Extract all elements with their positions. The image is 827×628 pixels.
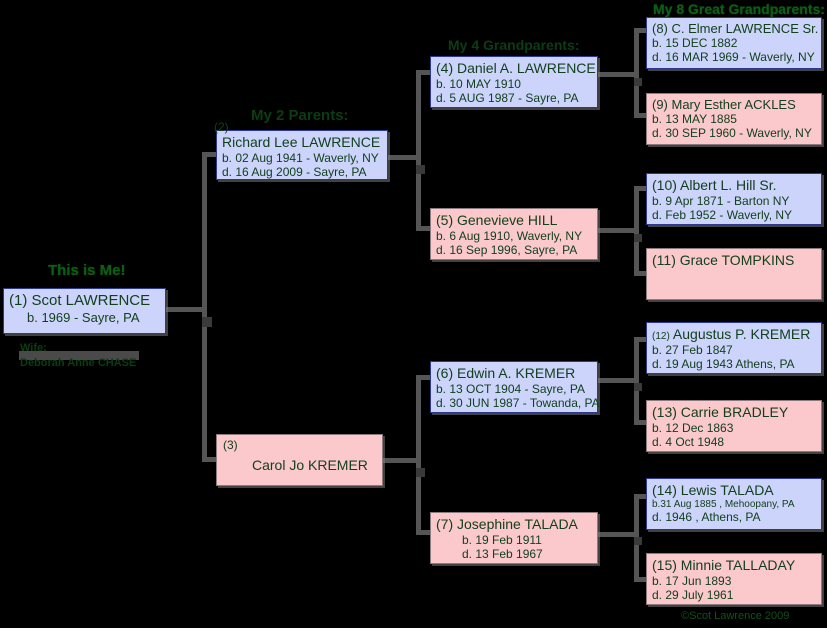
person-3-name: Carol Jo KREMER bbox=[252, 457, 368, 473]
heading-me: This is Me! bbox=[48, 262, 126, 279]
connector-mother-stem bbox=[382, 458, 420, 463]
person-14-birth: b.31 Aug 1885 , Mehoopany, PA bbox=[652, 498, 795, 510]
person-12-number: (12) bbox=[652, 331, 670, 342]
copyright-notice: ©Scot Lawrence 2009 bbox=[681, 610, 790, 622]
connector-to-ggp9 bbox=[634, 113, 646, 118]
person-12-name: Augustus P. KREMER bbox=[669, 326, 811, 342]
connector-to-ggp13 bbox=[634, 420, 646, 425]
heading-grandparents: My 4 Grandparents: bbox=[448, 37, 580, 53]
person-box-3-carol-jo-kremer[interactable]: (3) Carol Jo KREMER bbox=[216, 434, 383, 486]
connector-to-ggp10 bbox=[634, 186, 646, 191]
person-4-name: (4) Daniel A. LAWRENCE bbox=[436, 60, 596, 76]
person-8-death: d. 16 MAR 1969 - Waverly, NY bbox=[652, 50, 815, 65]
person-7-death: d. 13 Feb 1967 bbox=[462, 546, 543, 561]
person-13-birth: b. 12 Dec 1863 bbox=[652, 420, 734, 435]
connector-to-gp5 bbox=[416, 226, 430, 231]
person-3-number-tag: (3) bbox=[223, 438, 238, 452]
person-5-death: d. 16 Sep 1996, Sayre, PA bbox=[436, 242, 578, 257]
connector-junction-ggp1 bbox=[634, 78, 642, 86]
person-10-name: (10) Albert L. Hill Sr. bbox=[652, 177, 777, 193]
connector-ggp-bracket-1 bbox=[634, 28, 639, 118]
connector-to-ggp12 bbox=[634, 337, 646, 342]
connector-gp5-stem bbox=[598, 228, 638, 233]
person-6-death: d. 30 JUN 1987 - Towanda, PA bbox=[436, 395, 600, 410]
person-15-name: (15) Minnie TALLADAY bbox=[652, 557, 796, 573]
spouse-label: Wife: bbox=[20, 342, 47, 354]
person-box-6-edwin-a-kremer[interactable]: (6) Edwin A. KREMER b. 13 OCT 1904 - Say… bbox=[430, 361, 600, 413]
connector-me-to-parents-stem bbox=[166, 307, 206, 312]
person-8-name: (8) C. Elmer LAWRENCE Sr. bbox=[652, 21, 819, 36]
person-6-birth: b. 13 OCT 1904 - Sayre, PA bbox=[436, 381, 585, 396]
person-2-death: d. 16 Aug 2009 - Sayre, PA bbox=[222, 164, 367, 179]
person-box-14-lewis-talada[interactable]: (14) Lewis TALADA b.31 Aug 1885 , Mehoop… bbox=[646, 478, 822, 530]
person-6-name: (6) Edwin A. KREMER bbox=[436, 365, 576, 381]
person-7-name: (7) Josephine TALADA bbox=[436, 516, 578, 532]
connector-gp6-stem bbox=[598, 378, 638, 383]
person-box-1-scot-lawrence[interactable]: (1) Scot LAWRENCE b. 1969 - Sayre, PA bbox=[3, 288, 166, 334]
heading-great-grandparents: My 8 Great Grandparents: bbox=[653, 1, 825, 17]
connector-ggp-bracket-2 bbox=[634, 186, 639, 276]
person-box-9-mary-esther-ackles[interactable]: (9) Mary Esther ACKLES b. 13 MAY 1885 d.… bbox=[646, 93, 822, 145]
person-box-10-albert-l-hill-sr[interactable]: (10) Albert L. Hill Sr. b. 9 Apr 1871 - … bbox=[646, 173, 822, 225]
person-box-2-richard-lee-lawrence[interactable]: Richard Lee LAWRENCE b. 02 Aug 1941 - Wa… bbox=[216, 130, 388, 180]
person-4-birth: b. 10 MAY 1910 bbox=[436, 76, 521, 91]
heading-parents: My 2 Parents: bbox=[251, 107, 349, 124]
connector-junction-gp1 bbox=[416, 165, 425, 174]
person-2-name: Richard Lee LAWRENCE bbox=[222, 134, 381, 150]
person-box-4-daniel-a-lawrence[interactable]: (4) Daniel A. LAWRENCE b. 10 MAY 1910 d.… bbox=[430, 56, 598, 108]
connector-junction-ggp2 bbox=[634, 234, 642, 242]
connector-junction-ggp4 bbox=[634, 537, 642, 545]
person-14-death: d. 1946 , Athens, PA bbox=[652, 510, 761, 525]
person-12-death: d. 19 Aug 1943 Athens, PA bbox=[652, 356, 795, 371]
pedigree-chart: This is Me! My 2 Parents: My 4 Grandpare… bbox=[0, 0, 827, 628]
connector-to-ggp11 bbox=[634, 271, 646, 276]
connector-parents-bracket bbox=[202, 152, 207, 462]
person-7-birth: b. 19 Feb 1911 bbox=[462, 532, 542, 547]
connector-to-ggp14 bbox=[634, 494, 646, 499]
person-4-death: d. 5 AUG 1987 - Sayre, PA bbox=[436, 90, 579, 105]
person-box-7-josephine-talada[interactable]: (7) Josephine TALADA b. 19 Feb 1911 d. 1… bbox=[430, 512, 598, 564]
person-box-13-carrie-bradley[interactable]: (13) Carrie BRADLEY b. 12 Dec 1863 d. 4 … bbox=[646, 400, 822, 452]
person-box-12-augustus-p-kremer[interactable]: (12) Augustus P. KREMER b. 27 Feb 1847 d… bbox=[646, 322, 822, 374]
person-13-name: (13) Carrie BRADLEY bbox=[652, 404, 789, 420]
person-14-name: (14) Lewis TALADA bbox=[652, 482, 774, 498]
person-box-11-grace-tompkins[interactable]: (11) Grace TOMPKINS bbox=[646, 248, 822, 300]
connector-to-gp4 bbox=[416, 70, 430, 75]
connector-ggp-bracket-3 bbox=[634, 337, 639, 425]
person-1-birth: b. 1969 - Sayre, PA bbox=[27, 309, 140, 325]
person-12-name-wrap: (12) Augustus P. KREMER bbox=[652, 326, 816, 343]
person-9-birth: b. 13 MAY 1885 bbox=[652, 112, 737, 127]
person-5-birth: b. 6 Aug 1910, Waverly, NY bbox=[436, 228, 583, 243]
connector-gp4-stem bbox=[598, 72, 638, 77]
person-box-15-minnie-talladay[interactable]: (15) Minnie TALLADAY b. 17 Jun 1893 d. 2… bbox=[646, 553, 822, 605]
connector-to-ggp8 bbox=[634, 28, 646, 33]
person-9-death: d. 30 SEP 1960 - Waverly, NY bbox=[652, 126, 812, 141]
connector-to-gp7 bbox=[416, 530, 430, 535]
person-box-8-c-elmer-lawrence-sr[interactable]: (8) C. Elmer LAWRENCE Sr. b. 15 DEC 1882… bbox=[646, 17, 822, 69]
connector-gp7-stem bbox=[598, 532, 638, 537]
person-10-death: d. Feb 1952 - Waverly, NY bbox=[652, 207, 793, 222]
person-12-birth: b. 27 Feb 1847 bbox=[652, 342, 733, 357]
connector-junction-gp2 bbox=[416, 468, 425, 477]
person-2-number-tag: (2) bbox=[214, 120, 229, 134]
person-box-5-genevieve-hill[interactable]: (5) Genevieve HILL b. 6 Aug 1910, Waverl… bbox=[430, 208, 598, 260]
connector-junction-ggp3 bbox=[634, 383, 642, 391]
person-10-birth: b. 9 Apr 1871 - Barton NY bbox=[652, 193, 790, 208]
connector-to-gp6 bbox=[416, 375, 430, 380]
spouse-name: Deborah Anne CHASE bbox=[20, 357, 137, 369]
person-1-name: (1) Scot LAWRENCE bbox=[9, 292, 151, 309]
person-9-name: (9) Mary Esther ACKLES bbox=[652, 97, 796, 112]
person-5-name: (5) Genevieve HILL bbox=[436, 212, 558, 228]
person-15-birth: b. 17 Jun 1893 bbox=[652, 573, 732, 588]
person-8-birth: b. 15 DEC 1882 bbox=[652, 36, 738, 51]
connector-junction-parents bbox=[202, 317, 212, 327]
person-13-death: d. 4 Oct 1948 bbox=[652, 434, 725, 449]
connector-to-ggp15 bbox=[634, 577, 646, 582]
person-15-death: d. 29 July 1961 bbox=[652, 587, 734, 602]
connector-grandparents-bracket-1 bbox=[416, 70, 421, 230]
person-11-name: (11) Grace TOMPKINS bbox=[652, 252, 795, 268]
person-2-birth: b. 02 Aug 1941 - Waverly, NY bbox=[222, 150, 379, 165]
connector-grandparents-bracket-2 bbox=[416, 375, 421, 535]
